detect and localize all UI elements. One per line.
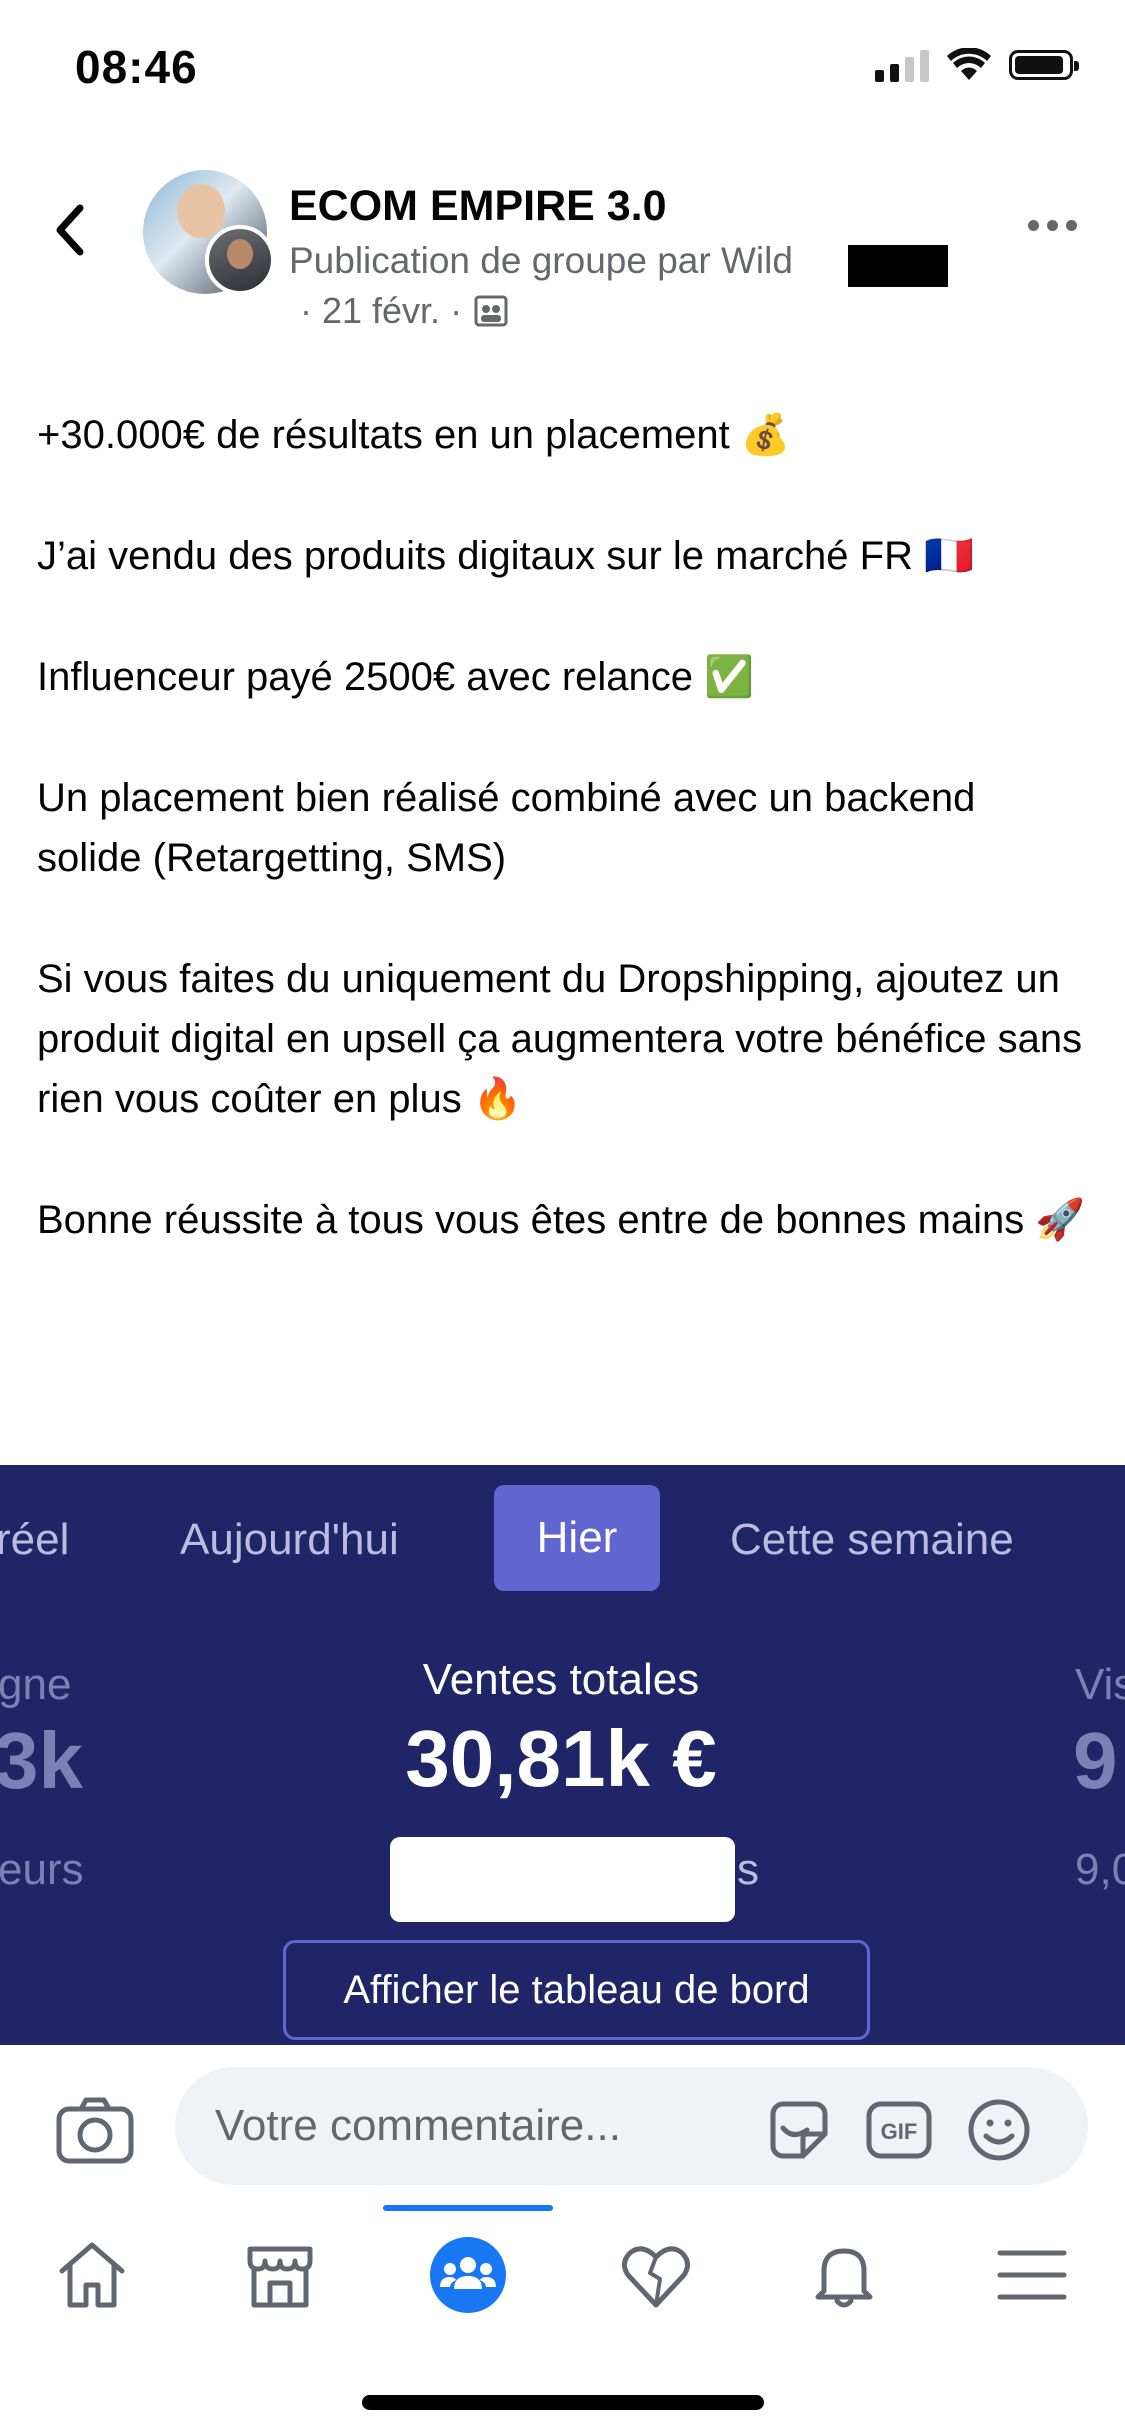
groups-icon[interactable] (428, 2235, 508, 2315)
redacted-block (390, 1837, 735, 1922)
menu-icon[interactable] (992, 2235, 1072, 2315)
right-partial-sub: 9,0 (1075, 1845, 1125, 1894)
sticker-icon[interactable] (763, 2094, 835, 2166)
cellular-signal-icon (875, 48, 929, 82)
status-time: 08:46 (75, 41, 198, 93)
tab-yesterday: Hier (494, 1485, 660, 1591)
post-paragraph: Bonne réussite à tous vous êtes entre de… (37, 1198, 1086, 1242)
emoji-icon[interactable] (963, 2094, 1035, 2166)
wifi-icon (947, 48, 991, 80)
dashboard-button: Afficher le tableau de bord (283, 1940, 870, 2040)
comment-input[interactable] (213, 2097, 737, 2155)
redacted-suffix: s (737, 1845, 759, 1894)
post-paragraph: +30.000€ de résultats en un placement 💰 (37, 413, 791, 457)
tab-today: Aujourd'hui (180, 1515, 399, 1564)
active-tab-indicator (383, 2205, 553, 2211)
left-partial-sub: eurs (0, 1845, 84, 1894)
more-options-icon[interactable] (1028, 220, 1077, 231)
post-meta: · 21 févr. · (300, 290, 508, 332)
sales-value: 30,81k € (405, 1714, 717, 1803)
redacted-name (848, 245, 948, 287)
camera-icon[interactable] (55, 2095, 135, 2165)
tab-reel: réel (0, 1515, 70, 1564)
comment-field[interactable]: GIF (175, 2067, 1088, 2185)
post-header: ECOM EMPIRE 3.0 Publication de groupe pa… (0, 160, 1125, 350)
right-partial-value: 9 (1073, 1716, 1118, 1805)
group-name[interactable]: ECOM EMPIRE 3.0 (289, 182, 667, 231)
right-partial-label: Vis (1075, 1660, 1125, 1709)
sales-label: Ventes totales (422, 1655, 700, 1704)
post-paragraph: Influenceur payé 2500€ avec relance ✅ (37, 655, 754, 699)
back-arrow-icon[interactable] (46, 200, 98, 260)
comment-bar: GIF (0, 2045, 1125, 2206)
gif-icon[interactable]: GIF (863, 2094, 935, 2166)
tab-this-week: Cette semaine (730, 1515, 1014, 1564)
bottom-tab-bar (0, 2205, 1125, 2365)
post-paragraph: J’ai vendu des produits digitaux sur le … (37, 534, 974, 578)
marketplace-icon[interactable] (240, 2235, 320, 2315)
post-subtitle: Publication de groupe par Wild (289, 240, 793, 281)
post-date: · 21 févr. · (300, 290, 463, 331)
battery-icon (1009, 50, 1079, 80)
home-icon[interactable] (52, 2235, 132, 2315)
author-avatar[interactable] (205, 225, 275, 295)
post-body: +30.000€ de résultats en un placement 💰 … (37, 405, 1087, 1311)
post-image-dashboard[interactable]: réel Aujourd'hui Hier Cette semaine gne … (0, 1465, 1125, 2045)
group-privacy-icon (474, 295, 508, 327)
status-bar: 08:46 (0, 0, 1125, 130)
svg-text:GIF: GIF (881, 2119, 918, 2144)
notifications-icon[interactable] (804, 2235, 884, 2315)
post-paragraph: Si vous faites du uniquement du Dropship… (37, 957, 1083, 1121)
home-indicator[interactable] (362, 2395, 764, 2410)
post-paragraph: Un placement bien réalisé combiné avec u… (37, 776, 976, 880)
dating-icon[interactable] (616, 2235, 696, 2315)
status-icons (875, 48, 1079, 82)
